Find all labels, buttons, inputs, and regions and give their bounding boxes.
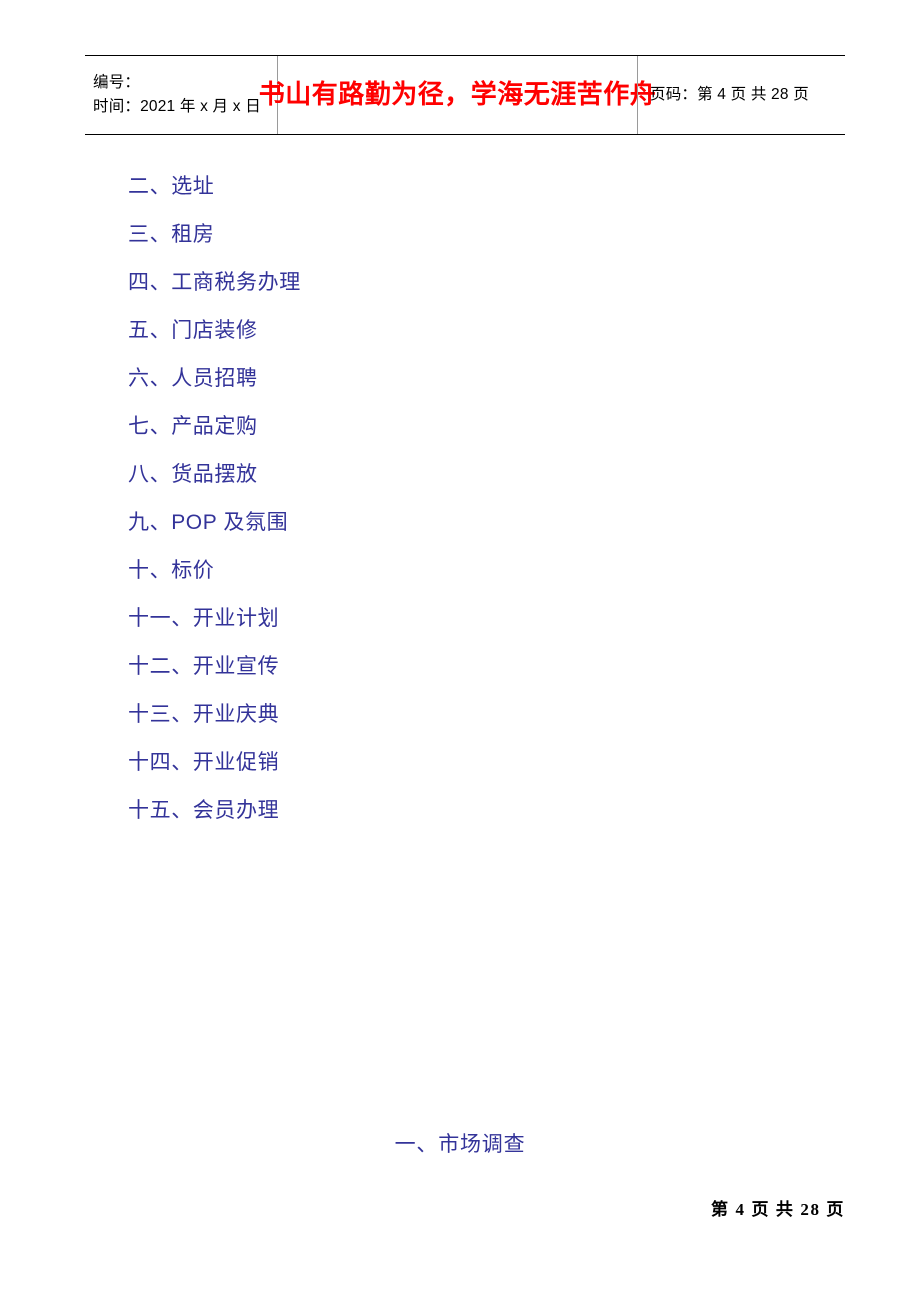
list-item: 三、租房 [128,223,215,246]
document-date-label: 时间：2021 年 x 月 x 日 [93,98,261,115]
document-number-label: 编号： [93,74,141,91]
list-item: 八、货品摆放 [128,463,258,486]
list-item: 十一、开业计划 [128,607,280,630]
footer-page-number: 第 4 页 共 28 页 [711,1200,845,1219]
list-item: 二、选址 [128,175,215,198]
list-item: 十五、会员办理 [128,799,280,822]
list-item: 六、人员招聘 [128,367,258,390]
header-cell-page-info: 页码：第 4 页 共 28 页 [637,56,845,134]
page-title: 一、市场调查 [394,1133,526,1156]
header-cell-motto: 书山有路勤为径，学海无涯苦作舟 [259,56,656,134]
list-item: 十三、开业庆典 [128,703,280,726]
list-item: 九、POP 及氛围 [128,511,289,534]
list-item: 五、门店装修 [128,319,258,342]
list-item: 七、产品定购 [128,415,258,438]
header-page-info: 页码：第 4 页 共 28 页 [650,86,809,103]
list-item: 四、工商税务办理 [128,271,301,294]
header-cell-identification: 编号： 时间：2021 年 x 月 x 日 [85,56,277,134]
list-item: 十四、开业促销 [128,751,280,774]
list-item: 十、标价 [128,559,215,582]
table-of-contents: 二、选址 三、租房 四、工商税务办理 五、门店装修 六、人员招聘 七、产品定购 … [128,163,808,835]
document-header-table: 编号： 时间：2021 年 x 月 x 日 书山有路勤为径，学海无涯苦作舟 页码… [85,55,845,135]
motto-text: 书山有路勤为径，学海无涯苦作舟 [258,80,657,109]
list-item: 十二、开业宣传 [128,655,280,678]
